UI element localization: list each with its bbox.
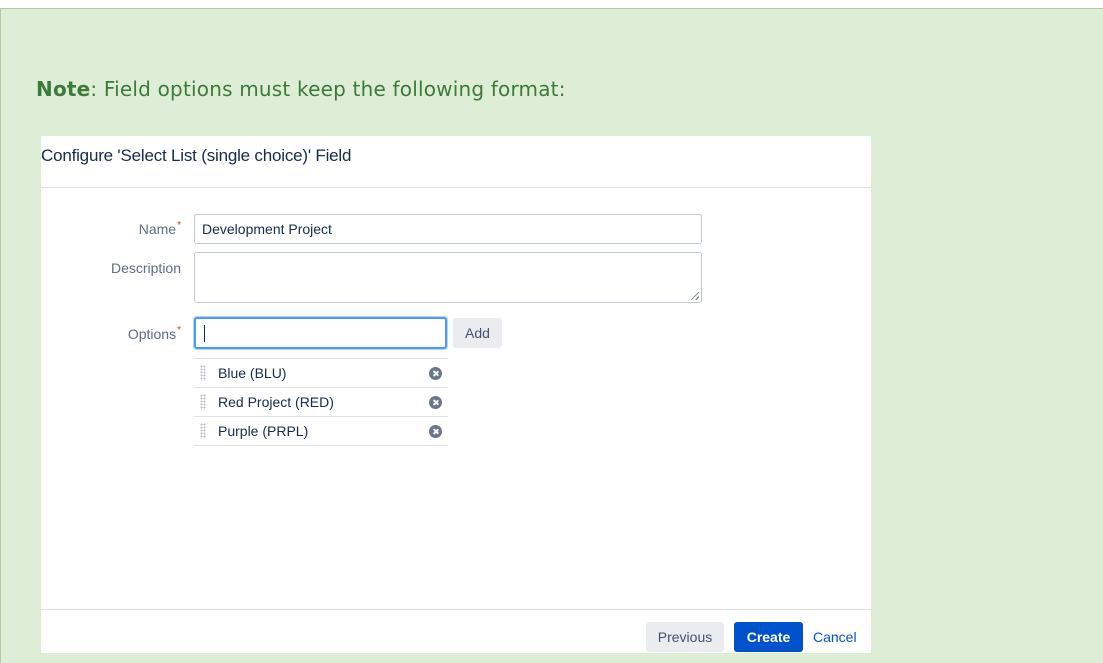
option-label: Red Project (RED) [218, 394, 334, 410]
options-label-text: Options [127, 326, 177, 342]
text-caret [204, 325, 205, 342]
resize-grip-icon[interactable] [691, 292, 699, 300]
option-label: Purple (PRPL) [218, 423, 309, 439]
remove-option-icon[interactable] [429, 425, 442, 438]
create-button[interactable]: Create [734, 622, 803, 652]
configure-field-dialog: Configure 'Select List (single choice)' … [41, 136, 871, 653]
options-input[interactable] [194, 317, 447, 349]
drag-handle-icon[interactable] [200, 423, 206, 439]
remove-option-icon[interactable] [429, 367, 442, 380]
note-label: Note [36, 77, 91, 101]
description-label: Description [110, 260, 181, 276]
description-textarea[interactable] [194, 252, 702, 303]
dialog-title: Configure 'Select List (single choice)' … [41, 146, 352, 165]
option-label: Blue (BLU) [218, 365, 287, 381]
drag-handle-icon[interactable] [200, 394, 206, 410]
cancel-link[interactable]: Cancel [813, 629, 857, 645]
remove-option-icon[interactable] [429, 396, 442, 409]
required-marker: * [177, 325, 181, 336]
required-marker: * [177, 220, 181, 231]
name-input[interactable]: Development Project [194, 214, 702, 244]
option-item[interactable]: Purple (PRPL) [194, 417, 448, 446]
dialog-header: Configure 'Select List (single choice)' … [41, 136, 871, 188]
note-body: : Field options must keep the following … [90, 77, 566, 101]
note-text: Note: Field options must keep the follow… [36, 77, 566, 101]
name-label-text: Name [138, 221, 177, 237]
drag-handle-icon[interactable] [200, 365, 206, 381]
options-list: Blue (BLU) Red Project (RED) Purple (PRP… [194, 358, 448, 446]
name-label: Name* [41, 220, 181, 237]
option-item[interactable]: Red Project (RED) [194, 388, 448, 417]
dialog-footer: Previous Create Cancel [41, 609, 871, 654]
option-item[interactable]: Blue (BLU) [194, 359, 448, 388]
note-panel: Note: Field options must keep the follow… [0, 8, 1103, 663]
add-option-button[interactable]: Add [453, 318, 502, 348]
previous-button[interactable]: Previous [646, 622, 724, 652]
options-label: Options* [41, 325, 181, 342]
